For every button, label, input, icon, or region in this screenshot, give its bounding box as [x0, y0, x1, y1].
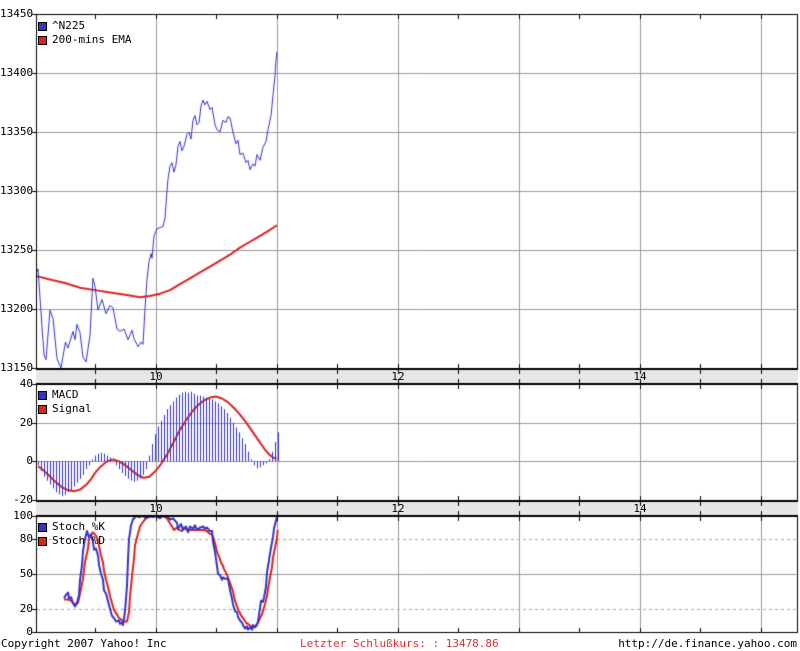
- last-close-text: Letzter Schlußkurs: : 13478.86: [300, 637, 499, 650]
- legend-swatch-icon: [38, 536, 47, 546]
- legend-item: Stoch %K: [38, 521, 105, 533]
- x-tick-label: 10: [149, 370, 163, 383]
- y-tick-label: 80: [19, 532, 33, 545]
- y-tick-label: 13400: [0, 66, 34, 79]
- legend-item: ^N225: [38, 20, 85, 32]
- legend-label: Stoch %K: [52, 520, 105, 533]
- legend-label: Stoch %D: [52, 534, 105, 547]
- technical-analysis-chart: NIKKEI 225 DE: technical analysis Donner…: [0, 0, 800, 651]
- x-tick-label: 14: [633, 502, 647, 515]
- source-url: http://de.finance.yahoo.com: [618, 637, 797, 650]
- chart-canvas: [0, 0, 800, 651]
- x-tick-label: 14: [633, 370, 647, 383]
- legend-swatch-icon: [38, 21, 47, 31]
- legend-item: Stoch %D: [38, 535, 105, 547]
- x-tick-label: 12: [391, 502, 405, 515]
- legend-item: MACD: [38, 389, 79, 401]
- y-tick-label: 13150: [0, 361, 34, 374]
- x-tick-label: 12: [391, 370, 405, 383]
- y-tick-label: 13350: [0, 125, 34, 138]
- legend-label: MACD: [52, 388, 79, 401]
- y-tick-label: 40: [19, 377, 33, 390]
- y-tick-label: 50: [19, 567, 33, 580]
- x-tick-label: 10: [149, 502, 163, 515]
- y-tick-label: 13450: [0, 7, 34, 20]
- y-tick-label: 13300: [0, 184, 34, 197]
- legend-label: 200-mins EMA: [52, 33, 132, 46]
- copyright-text: Copyright 2007 Yahoo! Inc: [1, 637, 167, 650]
- legend-swatch-icon: [38, 404, 47, 414]
- legend-item: Signal: [38, 403, 92, 415]
- y-tick-label: -20: [13, 493, 33, 506]
- legend-label: ^N225: [52, 19, 86, 32]
- y-tick-label: 0: [26, 454, 33, 467]
- y-tick-label: 13200: [0, 302, 34, 315]
- legend-swatch-icon: [38, 522, 47, 532]
- legend-swatch-icon: [38, 390, 47, 400]
- legend-item: 200-mins EMA: [38, 34, 131, 46]
- y-tick-label: 100: [13, 509, 33, 522]
- y-tick-label: 20: [19, 416, 33, 429]
- y-tick-label: 20: [19, 602, 33, 615]
- legend-swatch-icon: [38, 35, 47, 45]
- y-tick-label: 13250: [0, 243, 34, 256]
- legend-label: Signal: [52, 402, 92, 415]
